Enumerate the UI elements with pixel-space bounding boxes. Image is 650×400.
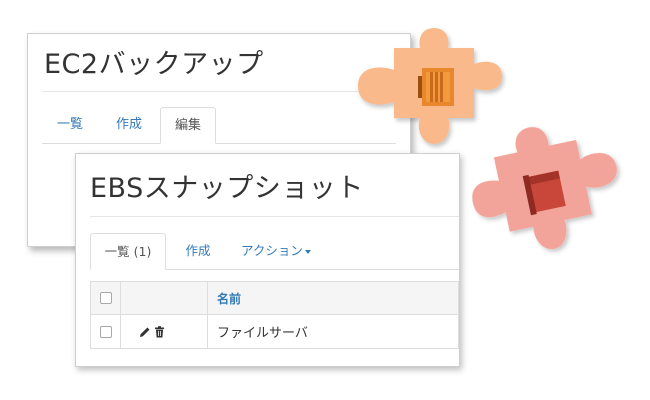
row-actions-cell	[121, 315, 208, 348]
column-header-name[interactable]: 名前	[208, 282, 458, 314]
tab-actions-dropdown[interactable]: アクション	[230, 233, 322, 269]
header-checkbox-cell	[91, 282, 121, 314]
ebs-snapshot-window: EBSスナップショット 一覧 (1) 作成 アクション 名前 ファイルサーバ	[75, 153, 460, 367]
row-checkbox-cell	[91, 315, 121, 348]
row-checkbox[interactable]	[99, 325, 112, 338]
table-header-row: 名前	[90, 281, 459, 315]
tab-actions-label: アクション	[241, 243, 303, 258]
snapshot-table: 名前 ファイルサーバ	[90, 281, 459, 349]
trash-icon[interactable]	[154, 325, 165, 338]
divider	[42, 91, 396, 92]
tab-bar: 一覧 作成 編集	[42, 107, 396, 144]
tab-edit[interactable]: 編集	[160, 107, 216, 144]
tab-list[interactable]: 一覧	[42, 107, 98, 143]
page-title: EBSスナップショット	[90, 173, 364, 204]
header-actions-cell	[121, 282, 208, 314]
select-all-checkbox[interactable]	[99, 292, 112, 304]
tab-list[interactable]: 一覧 (1)	[90, 233, 166, 270]
aws-ec2-icon	[418, 68, 454, 106]
pencil-icon[interactable]	[139, 326, 151, 338]
tab-create[interactable]: 作成	[172, 233, 224, 269]
ebs-puzzle-piece	[472, 127, 617, 250]
caret-down-icon	[304, 249, 311, 254]
divider	[90, 216, 459, 217]
table-row: ファイルサーバ	[90, 315, 459, 349]
tab-create[interactable]: 作成	[101, 107, 157, 143]
snapshot-name-cell: ファイルサーバ	[217, 326, 308, 341]
tab-bar: 一覧 (1) 作成 アクション	[90, 233, 459, 270]
page-title: EC2バックアップ	[44, 49, 264, 80]
